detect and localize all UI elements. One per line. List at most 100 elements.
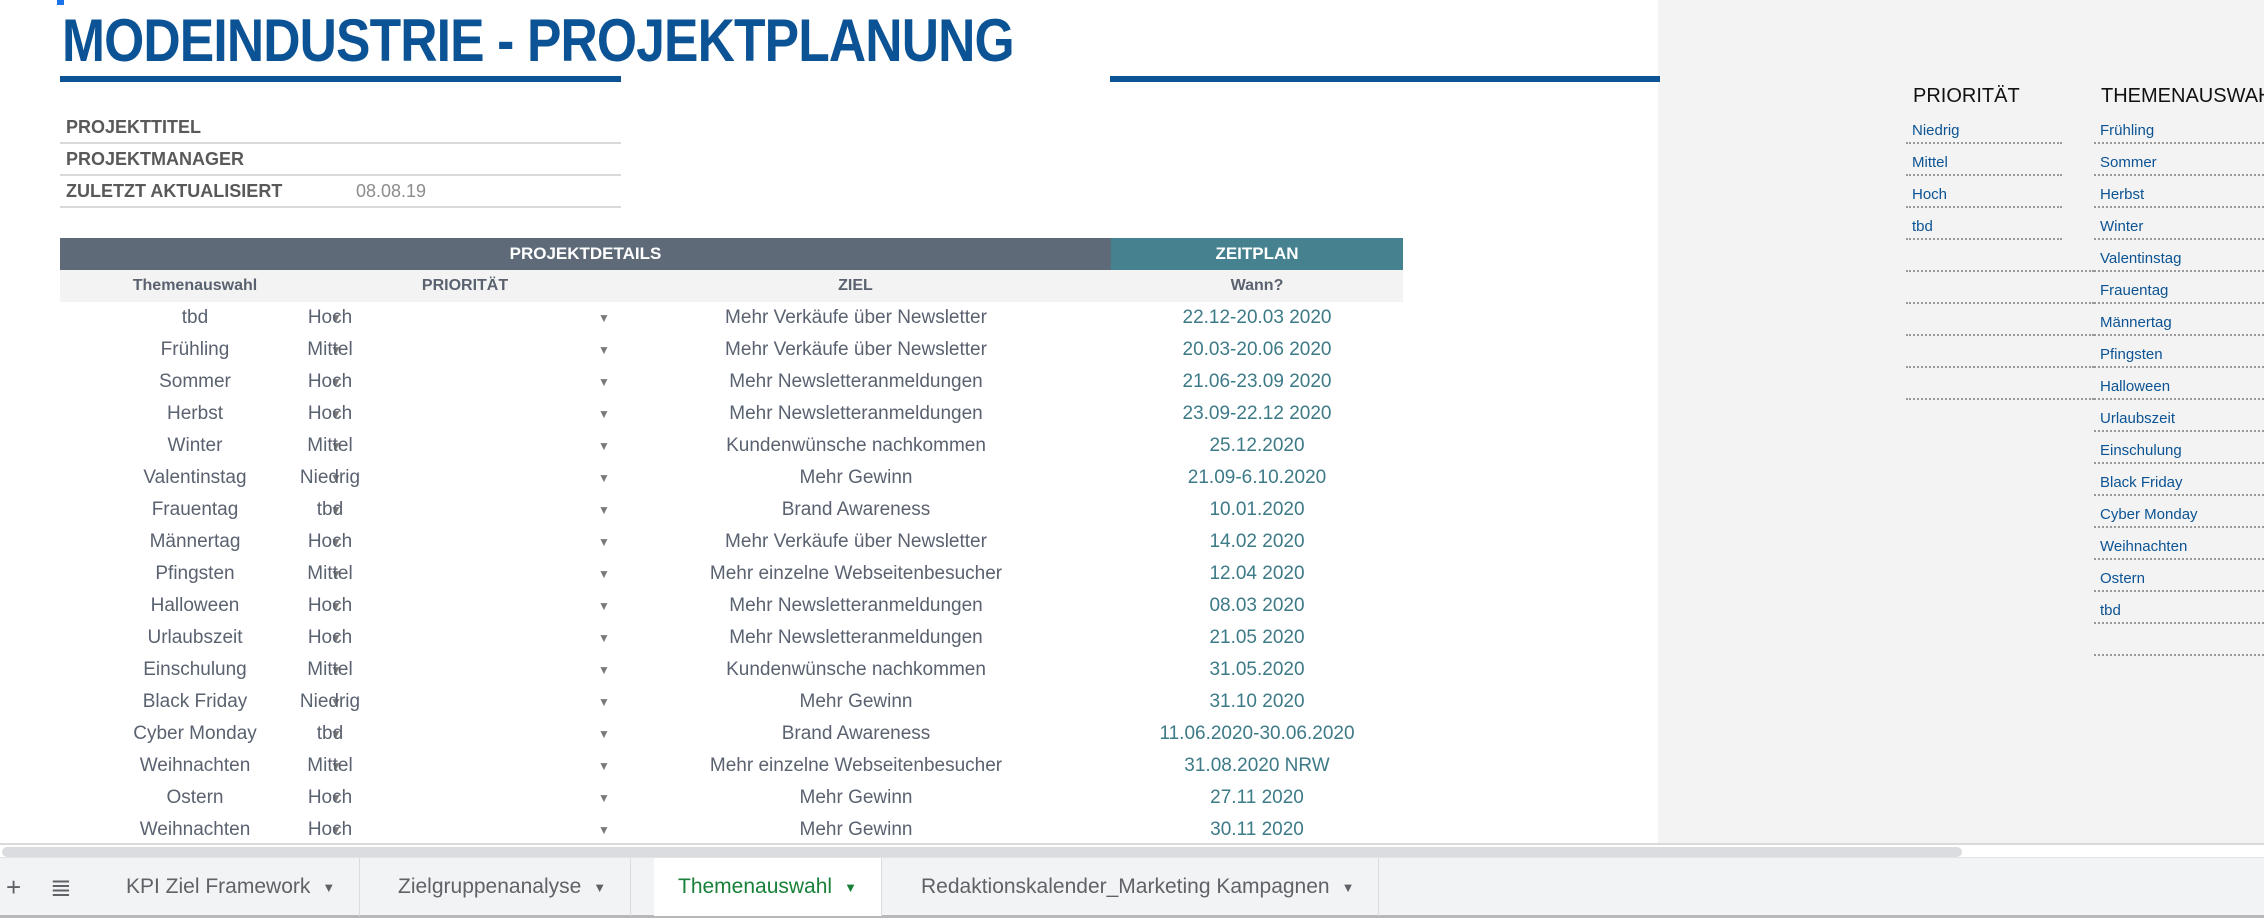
theme-list-item[interactable]: Herbst bbox=[2094, 176, 2264, 208]
theme-list-item[interactable]: Halloween bbox=[2094, 368, 2264, 400]
sheet-tab[interactable]: Themenauswahl ▼ bbox=[654, 858, 882, 916]
theme-list-item[interactable]: Cyber Monday bbox=[2094, 496, 2264, 528]
prio-list-item[interactable]: Mittel bbox=[1906, 144, 2062, 176]
prioritaet-cell[interactable]: Mittel bbox=[220, 563, 440, 585]
prioritaet-cell[interactable]: Niedrig bbox=[220, 691, 440, 713]
sheet-tab[interactable]: Zielgruppenanalyse ▼ bbox=[374, 858, 632, 916]
tab-menu-arrow-icon[interactable]: ▼ bbox=[593, 880, 606, 895]
sheet-tab[interactable]: KPI Ziel Framework ▼ bbox=[102, 858, 361, 916]
ziel-cell[interactable]: Brand Awareness bbox=[530, 499, 1182, 521]
spreadsheet-grid[interactable]: MODEINDUSTRIE - PROJEKTPLANUNG PROJEKTTI… bbox=[0, 0, 2264, 843]
wann-cell[interactable]: 27.11 2020 bbox=[1111, 787, 1403, 809]
prioritaet-cell[interactable]: Hoch bbox=[220, 627, 440, 649]
wann-cell[interactable]: 23.09-22.12 2020 bbox=[1111, 403, 1403, 425]
theme-list-item[interactable]: Frauentag bbox=[2094, 272, 2264, 304]
wann-cell[interactable]: 21.06-23.09 2020 bbox=[1111, 371, 1403, 393]
prioritaet-cell[interactable]: Niedrig bbox=[220, 467, 440, 489]
prioritaet-cell[interactable]: Hoch bbox=[220, 307, 440, 329]
scrollbar-thumb[interactable] bbox=[2, 847, 1962, 857]
tab-menu-arrow-icon[interactable]: ▼ bbox=[322, 880, 335, 895]
theme-list-item[interactable]: Sommer bbox=[2094, 144, 2264, 176]
wann-cell[interactable]: 21.05 2020 bbox=[1111, 627, 1403, 649]
ziel-cell[interactable]: Mehr Newsletteranmeldungen bbox=[530, 595, 1182, 617]
prioritaet-cell[interactable]: Hoch bbox=[220, 371, 440, 393]
prioritaet-cell[interactable]: Mittel bbox=[220, 339, 440, 361]
empty-list-cell[interactable] bbox=[1906, 272, 2094, 304]
ziel-cell[interactable]: Mehr Verkäufe über Newsletter bbox=[530, 339, 1182, 361]
wann-cell[interactable]: 30.11 2020 bbox=[1111, 819, 1403, 841]
zeitplan-header: ZEITPLAN bbox=[1111, 238, 1403, 270]
aktualisiert-value[interactable]: 08.08.19 bbox=[356, 181, 426, 202]
wann-cell[interactable]: 22.12-20.03 2020 bbox=[1111, 307, 1403, 329]
wann-cell[interactable]: 31.08.2020 NRW bbox=[1111, 755, 1403, 777]
empty-list-cell[interactable] bbox=[1906, 368, 2094, 400]
ziel-cell[interactable]: Mehr Gewinn bbox=[530, 467, 1182, 489]
ziel-cell[interactable]: Mehr Newsletteranmeldungen bbox=[530, 371, 1182, 393]
tab-menu-arrow-icon[interactable]: ▼ bbox=[1342, 880, 1355, 895]
prioritaet-cell[interactable]: tbd bbox=[220, 499, 440, 521]
wann-cell[interactable]: 20.03-20.06 2020 bbox=[1111, 339, 1403, 361]
empty-list-cell[interactable] bbox=[1906, 304, 2094, 336]
wann-cell[interactable]: 25.12.2020 bbox=[1111, 435, 1403, 457]
ziel-cell[interactable]: Mehr Verkäufe über Newsletter bbox=[530, 531, 1182, 553]
empty-list-cell[interactable] bbox=[1906, 240, 2094, 272]
horizontal-scrollbar[interactable] bbox=[0, 843, 2264, 857]
ziel-cell[interactable]: Mehr Verkäufe über Newsletter bbox=[530, 307, 1182, 329]
prioritaet-cell[interactable]: Mittel bbox=[220, 435, 440, 457]
prioritaet-cell[interactable]: Hoch bbox=[220, 403, 440, 425]
all-sheets-menu-icon[interactable]: ≣ bbox=[50, 872, 72, 903]
prioritaet-cell[interactable]: tbd bbox=[220, 723, 440, 745]
theme-list-item[interactable]: Männertag bbox=[2094, 304, 2264, 336]
ziel-cell[interactable]: Mehr Gewinn bbox=[530, 691, 1182, 713]
ziel-cell[interactable]: Mehr Newsletteranmeldungen bbox=[530, 627, 1182, 649]
projektdetails-header: PROJEKTDETAILS bbox=[60, 238, 1111, 270]
sheet-tab[interactable]: Redaktionskalender_Marketing Kampagnen ▼ bbox=[897, 858, 1380, 916]
theme-list-item[interactable]: Winter bbox=[2094, 208, 2264, 240]
wann-cell[interactable]: 31.10 2020 bbox=[1111, 691, 1403, 713]
sheet-tab-label: Redaktionskalender_Marketing Kampagnen bbox=[921, 875, 1330, 898]
ziel-cell[interactable]: Brand Awareness bbox=[530, 723, 1182, 745]
ziel-cell[interactable]: Mehr Gewinn bbox=[530, 787, 1182, 809]
info-row-projektmanager[interactable]: PROJEKTMANAGER bbox=[60, 144, 621, 176]
tab-menu-arrow-icon[interactable]: ▼ bbox=[844, 880, 857, 895]
theme-list-item[interactable]: Einschulung bbox=[2094, 432, 2264, 464]
wann-cell[interactable]: 31.05.2020 bbox=[1111, 659, 1403, 681]
prioritaet-cell[interactable]: Mittel bbox=[220, 659, 440, 681]
wann-cell[interactable]: 21.09-6.10.2020 bbox=[1111, 467, 1403, 489]
add-sheet-icon[interactable]: + bbox=[6, 872, 21, 903]
theme-list-item[interactable]: Pfingsten bbox=[2094, 336, 2264, 368]
ziel-cell[interactable]: Mehr Gewinn bbox=[530, 819, 1182, 841]
ziel-cell[interactable]: Kundenwünsche nachkommen bbox=[530, 659, 1182, 681]
wann-cell[interactable]: 08.03 2020 bbox=[1111, 595, 1403, 617]
ziel-cell[interactable]: Kundenwünsche nachkommen bbox=[530, 435, 1182, 457]
info-row-aktualisiert[interactable]: ZULETZT AKTUALISIERT 08.08.19 bbox=[60, 176, 621, 208]
theme-list-item[interactable] bbox=[2094, 624, 2264, 656]
theme-list-item[interactable]: Urlaubszeit bbox=[2094, 400, 2264, 432]
ziel-cell[interactable]: Mehr einzelne Webseitenbesucher bbox=[530, 563, 1182, 585]
ziel-cell[interactable]: Mehr einzelne Webseitenbesucher bbox=[530, 755, 1182, 777]
theme-list-item[interactable]: Black Friday bbox=[2094, 464, 2264, 496]
empty-list-cell[interactable] bbox=[1906, 336, 2094, 368]
theme-list-item[interactable]: Ostern bbox=[2094, 560, 2264, 592]
prioritaet-cell[interactable]: Hoch bbox=[220, 595, 440, 617]
theme-list-item[interactable]: Frühling bbox=[2094, 112, 2264, 144]
theme-list-item[interactable]: Weihnachten bbox=[2094, 528, 2264, 560]
info-row-projekttitel[interactable]: PROJEKTTITEL bbox=[60, 112, 621, 144]
table-row: Frauentag ▼ tbd ▼ Brand Awareness 10.01.2020 bbox=[60, 494, 1403, 526]
prio-list-item[interactable]: Niedrig bbox=[1906, 112, 2062, 144]
theme-list-item[interactable]: tbd bbox=[2094, 592, 2264, 624]
theme-list-item[interactable]: Valentinstag bbox=[2094, 240, 2264, 272]
sheet-tab-label: Themenauswahl bbox=[678, 875, 833, 898]
wann-cell[interactable]: 10.01.2020 bbox=[1111, 499, 1403, 521]
table-body: tbd ▼ Hoch ▼ Mehr Verkäufe über Newsletter 22… bbox=[60, 302, 1403, 843]
wann-cell[interactable]: 14.02 2020 bbox=[1111, 531, 1403, 553]
prioritaet-cell[interactable]: Hoch bbox=[220, 819, 440, 841]
ziel-cell[interactable]: Mehr Newsletteranmeldungen bbox=[530, 403, 1182, 425]
prioritaet-cell[interactable]: Mittel bbox=[220, 755, 440, 777]
wann-cell[interactable]: 11.06.2020-30.06.2020 bbox=[1111, 723, 1403, 745]
prio-list-item[interactable]: Hoch bbox=[1906, 176, 2062, 208]
prioritaet-cell[interactable]: Hoch bbox=[220, 531, 440, 553]
prio-list-item[interactable]: tbd bbox=[1906, 208, 2062, 240]
wann-cell[interactable]: 12.04 2020 bbox=[1111, 563, 1403, 585]
prioritaet-cell[interactable]: Hoch bbox=[220, 787, 440, 809]
